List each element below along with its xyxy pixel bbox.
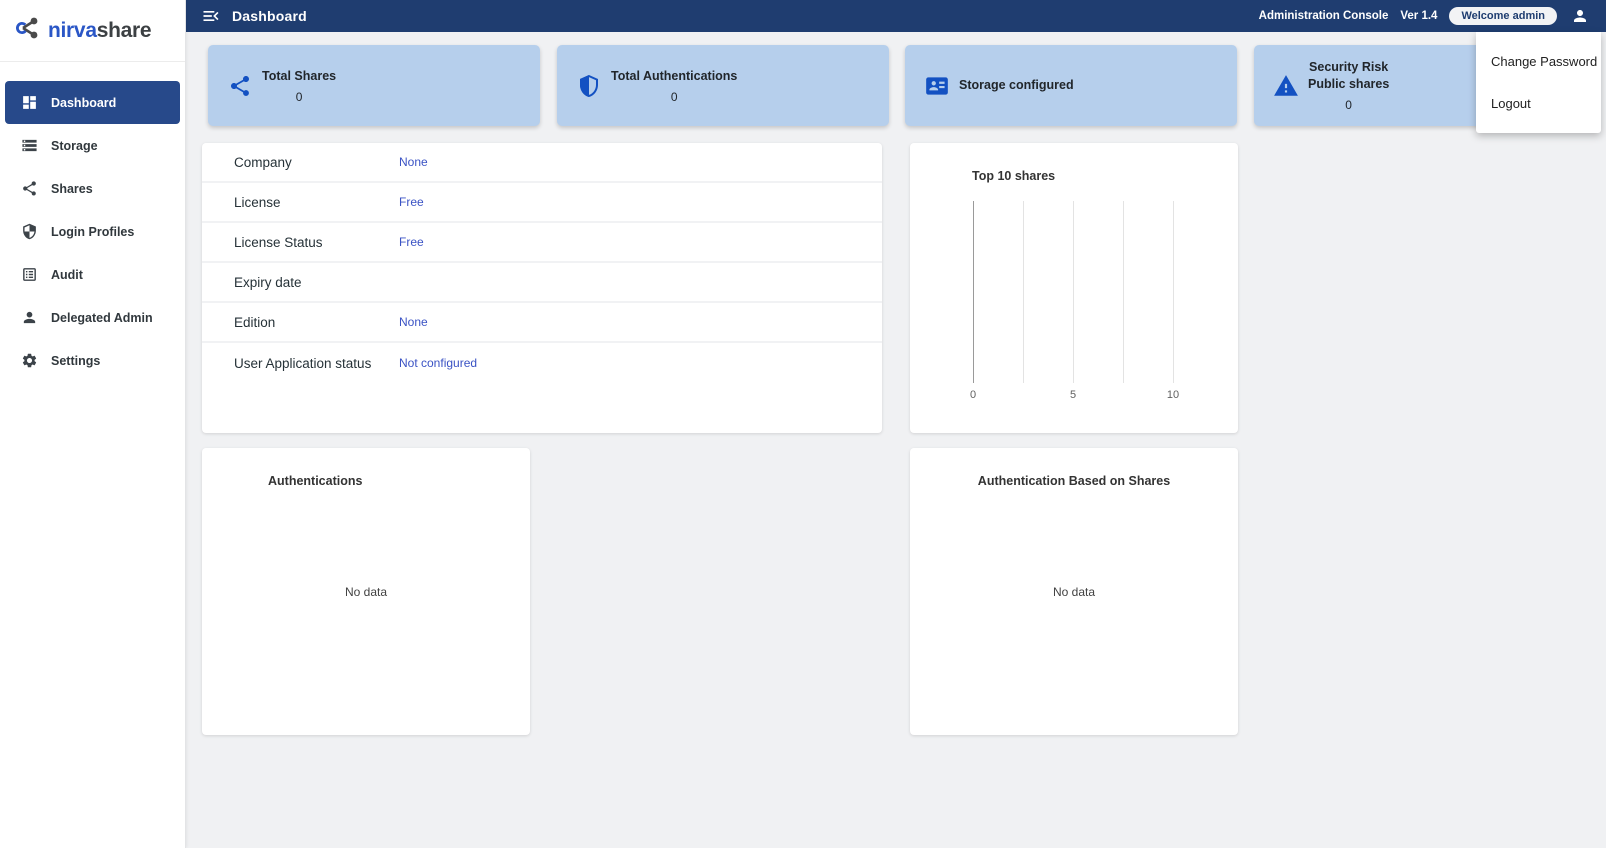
sidebar-item-settings[interactable]: Settings [5, 339, 180, 382]
welcome-admin-badge[interactable]: Welcome admin [1449, 7, 1557, 25]
x-tick-label: 10 [1167, 389, 1179, 401]
license-info-panel: Company None License Free License Status… [202, 143, 882, 433]
dashboard-icon [20, 94, 38, 112]
info-value-link[interactable]: None [399, 155, 428, 169]
list-alt-icon [20, 266, 38, 284]
no-data-text: No data [1053, 585, 1095, 599]
authentications-chart: Authentications No data [202, 448, 530, 735]
total-shares-card[interactable]: Total Shares 0 [208, 45, 540, 126]
info-row-license: License Free [202, 183, 882, 223]
stat-card-subtitle: Public shares [1308, 76, 1389, 93]
chart-gridline [1123, 201, 1124, 383]
sidebar-item-label: Delegated Admin [51, 311, 153, 325]
chart-title: Top 10 shares [972, 169, 1055, 183]
gear-icon [20, 352, 38, 370]
x-tick-label: 0 [970, 389, 976, 401]
stat-card-title: Total Shares [262, 68, 336, 85]
sidebar-item-label: Dashboard [51, 96, 116, 110]
sidebar-item-label: Settings [51, 354, 100, 368]
storage-configured-card[interactable]: Storage configured [905, 45, 1237, 126]
chart-axis-line [973, 201, 974, 383]
chart-title: Authentications [268, 474, 362, 488]
sidebar-item-label: Storage [51, 139, 98, 153]
chart-gridline [1173, 201, 1174, 383]
stat-card-title: Total Authentications [611, 68, 737, 85]
info-row-expiry-date: Expiry date [202, 263, 882, 303]
sidebar-item-label: Login Profiles [51, 225, 134, 239]
page-title: Dashboard [232, 8, 307, 24]
sidebar-item-label: Shares [51, 182, 93, 196]
contact-card-icon [923, 72, 951, 100]
x-tick-label: 5 [1070, 389, 1076, 401]
share-icon [226, 72, 254, 100]
stat-card-value: 0 [296, 90, 303, 104]
sidebar-item-login-profiles[interactable]: Login Profiles [5, 210, 180, 253]
brand-name: nirvashare [48, 19, 151, 43]
nirvashare-logo-icon [13, 13, 43, 48]
info-label: Expiry date [202, 275, 399, 290]
info-label: Company [202, 155, 399, 170]
shield-icon [575, 72, 603, 100]
sidebar-item-dashboard[interactable]: Dashboard [5, 81, 180, 124]
info-value-link[interactable]: Free [399, 235, 424, 249]
topbar: Dashboard Administration Console Ver 1.4… [186, 0, 1606, 32]
authentication-based-on-shares-chart: Authentication Based on Shares No data [910, 448, 1238, 735]
menu-open-icon[interactable] [200, 5, 222, 27]
storage-icon [20, 137, 38, 155]
user-avatar-icon[interactable] [1569, 5, 1591, 27]
stat-card-title: Security Risk [1309, 59, 1388, 76]
info-row-license-status: License Status Free [202, 223, 882, 263]
logout-menu-item[interactable]: Logout [1476, 83, 1601, 125]
sidebar-item-delegated-admin[interactable]: Delegated Admin [5, 296, 180, 339]
info-label: License [202, 195, 399, 210]
sidebar-item-audit[interactable]: Audit [5, 253, 180, 296]
app-window: nirvashare Dashboard Storage Shares [0, 0, 1606, 848]
info-row-company: Company None [202, 143, 882, 183]
user-dropdown-menu: Change Password Logout [1476, 32, 1601, 133]
warning-icon [1272, 72, 1300, 100]
info-value-link[interactable]: Not configured [399, 356, 477, 370]
info-value-link[interactable]: Free [399, 195, 424, 209]
no-data-text: No data [345, 585, 387, 599]
brand-logo: nirvashare [0, 0, 185, 62]
sidebar-item-shares[interactable]: Shares [5, 167, 180, 210]
info-label: Edition [202, 315, 399, 330]
share-icon [20, 180, 38, 198]
stat-card-title: Storage configured [959, 77, 1074, 94]
chart-gridline [1073, 201, 1074, 383]
version-label: Ver 1.4 [1400, 10, 1437, 22]
stat-card-value: 0 [671, 90, 678, 104]
sidebar-item-storage[interactable]: Storage [5, 124, 180, 167]
info-label: License Status [202, 235, 399, 250]
info-value-link[interactable]: None [399, 315, 428, 329]
half-shield-icon [20, 223, 38, 241]
change-password-menu-item[interactable]: Change Password [1476, 41, 1601, 83]
sidebar: nirvashare Dashboard Storage Shares [0, 0, 186, 848]
console-label: Administration Console [1259, 10, 1389, 22]
chart-gridline [1023, 201, 1024, 383]
stat-card-value: 0 [1345, 98, 1352, 112]
chart-title: Authentication Based on Shares [978, 474, 1170, 488]
top-10-shares-chart: Top 10 shares 0 5 10 [910, 143, 1238, 433]
sidebar-item-label: Audit [51, 268, 83, 282]
info-row-user-application-status: User Application status Not configured [202, 343, 882, 383]
person-icon [20, 309, 38, 327]
sidebar-nav: Dashboard Storage Shares Login Profiles [0, 81, 185, 382]
total-authentications-card[interactable]: Total Authentications 0 [557, 45, 889, 126]
info-row-edition: Edition None [202, 303, 882, 343]
info-label: User Application status [202, 356, 399, 371]
